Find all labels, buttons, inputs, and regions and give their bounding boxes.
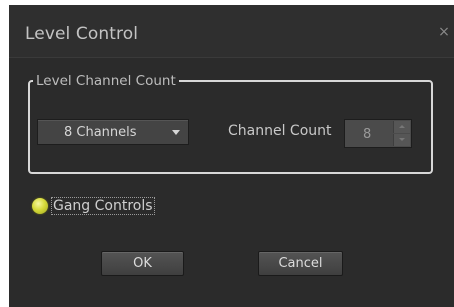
channel-count-spinner[interactable]: 8 <box>344 119 412 148</box>
close-icon[interactable]: × <box>437 25 451 39</box>
group-legend: Level Channel Count <box>33 73 179 89</box>
dropdown-selected-value: 8 Channels <box>64 125 137 140</box>
cancel-button[interactable]: Cancel <box>258 251 343 276</box>
led-indicator-icon[interactable] <box>32 198 48 214</box>
title-bar[interactable]: Level Control × <box>9 5 454 58</box>
gang-controls-toggle[interactable]: Gang Controls <box>30 196 170 216</box>
spin-down-icon[interactable] <box>393 134 410 146</box>
spin-up-icon[interactable] <box>393 121 410 133</box>
window-title: Level Control <box>25 24 139 44</box>
channel-count-label: Channel Count <box>228 123 332 139</box>
chevron-down-icon <box>172 130 180 135</box>
channels-dropdown[interactable]: 8 Channels <box>37 119 189 145</box>
ok-button[interactable]: OK <box>101 251 184 276</box>
channel-count-value: 8 <box>363 127 372 142</box>
title-separator <box>9 57 454 58</box>
gang-controls-label[interactable]: Gang Controls <box>51 197 155 215</box>
